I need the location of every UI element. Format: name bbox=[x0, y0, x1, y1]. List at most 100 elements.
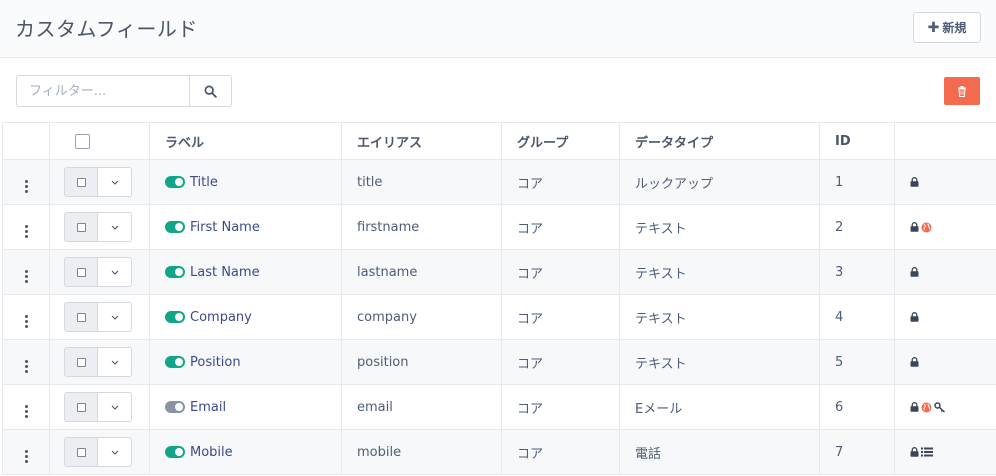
table-row: Title title コア ルックアップ 1 bbox=[2, 159, 996, 205]
row-select-checkbox[interactable] bbox=[64, 302, 98, 332]
globe-icon bbox=[921, 222, 932, 233]
table-row: Last Name lastname コア テキスト 3 bbox=[2, 249, 996, 295]
field-icons bbox=[910, 401, 996, 413]
field-icons bbox=[910, 222, 996, 233]
field-label-link[interactable]: Title bbox=[190, 175, 218, 190]
row-select-checkbox[interactable] bbox=[64, 257, 98, 287]
type-cell: テキスト bbox=[619, 204, 820, 250]
alias-cell: position bbox=[341, 339, 502, 385]
type-cell: Eメール bbox=[619, 384, 820, 430]
id-cell: 3 bbox=[819, 249, 895, 295]
delete-button[interactable] bbox=[944, 77, 980, 105]
row-select-checkbox[interactable] bbox=[64, 347, 98, 377]
type-cell: テキスト bbox=[619, 249, 820, 295]
kebab-menu-icon[interactable] bbox=[24, 269, 28, 283]
table-header-row: ラベル エイリアス グループ データタイプ ID bbox=[2, 122, 996, 160]
id-cell: 7 bbox=[819, 429, 895, 475]
chevron-down-icon bbox=[111, 180, 118, 185]
column-header-label[interactable]: ラベル bbox=[149, 122, 342, 160]
label-cell: Last Name bbox=[149, 249, 342, 295]
alias-cell: mobile bbox=[341, 429, 502, 475]
icons-cell bbox=[894, 339, 996, 385]
icons-cell bbox=[894, 429, 996, 475]
group-cell: コア bbox=[501, 429, 620, 475]
lock-icon bbox=[910, 357, 919, 367]
column-header-alias[interactable]: エイリアス bbox=[341, 122, 502, 160]
row-menu-cell bbox=[2, 249, 50, 295]
search-icon bbox=[204, 85, 217, 98]
kebab-menu-icon[interactable] bbox=[24, 179, 28, 193]
publish-toggle[interactable] bbox=[165, 221, 185, 233]
row-dropdown-toggle[interactable] bbox=[98, 257, 132, 287]
label-cell: Email bbox=[149, 384, 342, 430]
row-actions-cell bbox=[49, 249, 150, 295]
publish-toggle[interactable] bbox=[165, 401, 185, 413]
row-actions-cell bbox=[49, 339, 150, 385]
group-cell: コア bbox=[501, 204, 620, 250]
type-cell: テキスト bbox=[619, 339, 820, 385]
id-cell: 1 bbox=[819, 159, 895, 205]
row-button-group bbox=[64, 347, 149, 377]
field-icons bbox=[910, 312, 996, 322]
lock-icon bbox=[910, 177, 919, 187]
chevron-down-icon bbox=[111, 225, 118, 230]
alias-cell: email bbox=[341, 384, 502, 430]
lock-icon bbox=[910, 267, 919, 277]
row-actions-cell bbox=[49, 384, 150, 430]
filter-input[interactable] bbox=[16, 75, 189, 107]
select-all-checkbox[interactable] bbox=[75, 133, 90, 149]
field-label-link[interactable]: Email bbox=[190, 400, 226, 415]
kebab-menu-icon[interactable] bbox=[24, 224, 28, 238]
publish-toggle[interactable] bbox=[165, 266, 185, 278]
fields-table: ラベル エイリアス グループ データタイプ ID Title title コア … bbox=[2, 122, 996, 475]
kebab-menu-icon[interactable] bbox=[24, 359, 28, 373]
row-dropdown-toggle[interactable] bbox=[98, 212, 132, 242]
table-row: Company company コア テキスト 4 bbox=[2, 294, 996, 340]
row-select-checkbox[interactable] bbox=[64, 167, 98, 197]
group-cell: コア bbox=[501, 384, 620, 430]
row-dropdown-toggle[interactable] bbox=[98, 347, 132, 377]
kebab-menu-icon[interactable] bbox=[24, 404, 28, 418]
row-button-group bbox=[64, 167, 149, 197]
row-button-group bbox=[64, 302, 149, 332]
column-header-id[interactable]: ID bbox=[819, 122, 895, 160]
field-label-link[interactable]: Last Name bbox=[190, 265, 260, 280]
page-header: カスタムフィールド ✚ 新規 bbox=[0, 0, 996, 58]
new-button-label: 新規 bbox=[942, 21, 967, 35]
row-select-checkbox[interactable] bbox=[64, 212, 98, 242]
type-cell: ルックアップ bbox=[619, 159, 820, 205]
kebab-menu-icon[interactable] bbox=[24, 449, 28, 463]
row-dropdown-toggle[interactable] bbox=[98, 437, 132, 467]
icons-cell bbox=[894, 249, 996, 295]
row-dropdown-toggle[interactable] bbox=[98, 392, 132, 422]
field-label-link[interactable]: Position bbox=[190, 355, 241, 370]
icons-cell bbox=[894, 294, 996, 340]
column-header-type[interactable]: データタイプ bbox=[619, 122, 820, 160]
group-cell: コア bbox=[501, 249, 620, 295]
row-button-group bbox=[64, 212, 149, 242]
publish-toggle[interactable] bbox=[165, 356, 185, 368]
label-cell: First Name bbox=[149, 204, 342, 250]
field-icons bbox=[910, 357, 996, 367]
publish-toggle[interactable] bbox=[165, 176, 185, 188]
field-label-link[interactable]: First Name bbox=[190, 220, 260, 235]
search-button[interactable] bbox=[189, 75, 232, 107]
new-button[interactable]: ✚ 新規 bbox=[913, 12, 981, 43]
kebab-menu-icon[interactable] bbox=[24, 314, 28, 328]
publish-toggle[interactable] bbox=[165, 446, 185, 458]
field-label-link[interactable]: Company bbox=[190, 310, 252, 325]
row-select-checkbox[interactable] bbox=[64, 392, 98, 422]
row-select-checkbox[interactable] bbox=[64, 437, 98, 467]
filter-bar bbox=[16, 75, 232, 107]
id-cell: 4 bbox=[819, 294, 895, 340]
row-button-group bbox=[64, 257, 149, 287]
lock-icon bbox=[910, 312, 919, 322]
row-dropdown-toggle[interactable] bbox=[98, 302, 132, 332]
column-header-group[interactable]: グループ bbox=[501, 122, 620, 160]
publish-toggle[interactable] bbox=[165, 311, 185, 323]
field-label-link[interactable]: Mobile bbox=[190, 445, 233, 460]
table-row: Email email コア Eメール 6 bbox=[2, 384, 996, 430]
row-dropdown-toggle[interactable] bbox=[98, 167, 132, 197]
alias-cell: lastname bbox=[341, 249, 502, 295]
chevron-down-icon bbox=[111, 360, 118, 365]
